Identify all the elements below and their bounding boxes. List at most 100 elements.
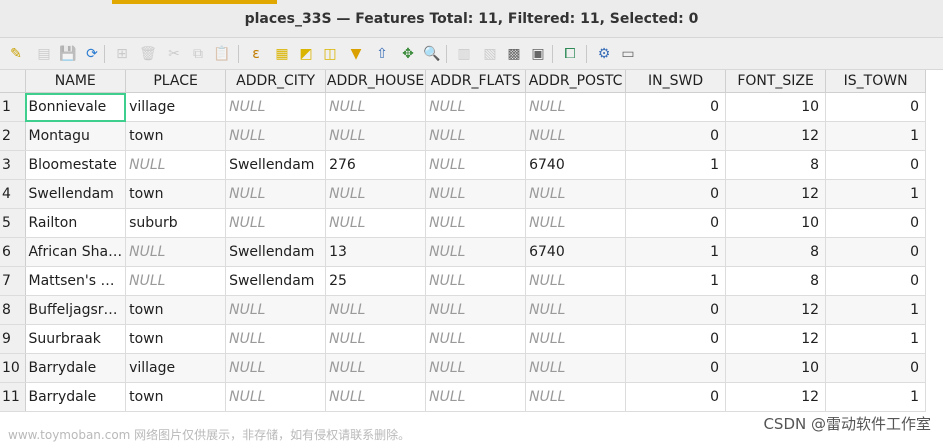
table-cell-place[interactable]: NULL	[125, 237, 227, 267]
table-cell-place[interactable]: town	[125, 382, 227, 412]
column-header-font-size[interactable]: FONT_SIZE	[725, 70, 827, 93]
table-cell-addr-flats[interactable]: NULL	[425, 266, 527, 296]
table-cell-name[interactable]: Barrydale	[25, 382, 127, 412]
table-cell-font-size[interactable]: 10	[725, 353, 827, 383]
toggle-editing-icon[interactable]: ✎	[6, 44, 26, 64]
actions-icon[interactable]: ⚙	[594, 44, 614, 64]
column-header-in-swd[interactable]: IN_SWD	[625, 70, 727, 93]
select-by-expression-icon[interactable]: ε	[246, 44, 266, 64]
copy-icon[interactable]: ⧉	[188, 44, 208, 64]
table-row[interactable]: 11 Barrydale town NULL NULL NULL NULL 0 12 1	[0, 382, 927, 412]
table-row[interactable]: 6 African Sha… NULL Swellendam 13 NULL 6740 1 8 0	[0, 237, 927, 267]
reload-table-icon[interactable]: ⟳	[82, 44, 102, 64]
table-cell-in-swd[interactable]: 1	[625, 237, 727, 267]
table-cell-font-size[interactable]: 8	[725, 237, 827, 267]
toggle-multi-edit-icon[interactable]: ▤	[34, 44, 54, 64]
table-cell-addr-house[interactable]: NULL	[325, 121, 427, 151]
table-cell-font-size[interactable]: 12	[725, 382, 827, 412]
column-header-is-town[interactable]: IS_TOWN	[825, 70, 927, 93]
table-cell-addr-city[interactable]: NULL	[225, 295, 327, 325]
dock-table-icon[interactable]: ⧠	[560, 44, 580, 64]
conditional-formatting-icon[interactable]: ▣	[528, 44, 548, 64]
table-cell-is-town[interactable]: 0	[825, 150, 927, 180]
table-cell-is-town[interactable]: 1	[825, 121, 927, 151]
table-cell-addr-house[interactable]: 276	[325, 150, 427, 180]
table-cell-is-town[interactable]: 0	[825, 266, 927, 296]
table-cell-place[interactable]: NULL	[125, 266, 227, 296]
table-cell-addr-house[interactable]: NULL	[325, 92, 427, 122]
table-cell-place[interactable]: town	[125, 295, 227, 325]
table-cell-addr-postc[interactable]: NULL	[525, 121, 627, 151]
table-cell-addr-postc[interactable]: NULL	[525, 324, 627, 354]
column-header-name[interactable]: NAME	[25, 70, 127, 93]
row-number[interactable]: 3	[0, 150, 26, 180]
table-cell-in-swd[interactable]: 0	[625, 179, 727, 209]
table-cell-font-size[interactable]: 10	[725, 92, 827, 122]
table-cell-addr-house[interactable]: NULL	[325, 324, 427, 354]
table-cell-name[interactable]: Mattsen's …	[25, 266, 127, 296]
table-cell-addr-house[interactable]: 25	[325, 266, 427, 296]
row-number[interactable]: 1	[0, 92, 26, 122]
table-cell-font-size[interactable]: 8	[725, 150, 827, 180]
table-cell-font-size[interactable]: 12	[725, 121, 827, 151]
select-all-icon[interactable]: ▦	[272, 44, 292, 64]
table-cell-name[interactable]: Buffeljagsr…	[25, 295, 127, 325]
cut-icon[interactable]: ✂	[164, 44, 184, 64]
table-cell-addr-postc[interactable]: NULL	[525, 208, 627, 238]
row-number[interactable]: 7	[0, 266, 26, 296]
invert-selection-icon[interactable]: ◩	[296, 44, 316, 64]
row-number[interactable]: 8	[0, 295, 26, 325]
row-number[interactable]: 6	[0, 237, 26, 267]
table-row[interactable]: 10 Barrydale village NULL NULL NULL NULL 0 10 0	[0, 353, 927, 383]
table-cell-addr-flats[interactable]: NULL	[425, 237, 527, 267]
table-cell-name[interactable]: Montagu	[25, 121, 127, 151]
table-cell-place[interactable]: town	[125, 324, 227, 354]
table-cell-addr-flats[interactable]: NULL	[425, 208, 527, 238]
table-cell-addr-house[interactable]: NULL	[325, 353, 427, 383]
table-cell-place[interactable]: suburb	[125, 208, 227, 238]
table-cell-addr-postc[interactable]: NULL	[525, 179, 627, 209]
table-cell-in-swd[interactable]: 0	[625, 353, 727, 383]
table-cell-is-town[interactable]: 0	[825, 353, 927, 383]
delete-selected-icon[interactable]: 🗑	[138, 44, 158, 64]
row-number[interactable]: 10	[0, 353, 26, 383]
row-number[interactable]: 11	[0, 382, 26, 412]
table-cell-is-town[interactable]: 1	[825, 179, 927, 209]
deselect-all-icon[interactable]: ◫	[320, 44, 340, 64]
table-cell-is-town[interactable]: 0	[825, 208, 927, 238]
row-number[interactable]: 5	[0, 208, 26, 238]
table-row[interactable]: 7 Mattsen's … NULL Swellendam 25 NULL NULL 1 8 0	[0, 266, 927, 296]
table-cell-addr-house[interactable]: NULL	[325, 208, 427, 238]
table-cell-addr-city[interactable]: Swellendam	[225, 266, 327, 296]
row-number-header[interactable]	[0, 70, 26, 93]
table-cell-is-town[interactable]: 0	[825, 237, 927, 267]
table-cell-name[interactable]: Barrydale	[25, 353, 127, 383]
table-cell-addr-city[interactable]: Swellendam	[225, 237, 327, 267]
table-row[interactable]: 5 Railton suburb NULL NULL NULL NULL 0 10 0	[0, 208, 927, 238]
table-cell-place[interactable]: NULL	[125, 150, 227, 180]
pan-to-selected-icon[interactable]: ✥	[398, 44, 418, 64]
table-cell-is-town[interactable]: 0	[825, 92, 927, 122]
save-edits-icon[interactable]: 💾	[58, 44, 78, 64]
table-cell-place[interactable]: village	[125, 92, 227, 122]
row-number[interactable]: 9	[0, 324, 26, 354]
table-cell-addr-flats[interactable]: NULL	[425, 324, 527, 354]
field-calculator-icon[interactable]: ▩	[504, 44, 524, 64]
column-header-addr-flats[interactable]: ADDR_FLATS	[425, 70, 527, 93]
column-header-addr-city[interactable]: ADDR_CITY	[225, 70, 327, 93]
table-cell-addr-postc[interactable]: NULL	[525, 382, 627, 412]
zoom-to-selected-icon[interactable]: 🔍	[422, 44, 442, 64]
table-cell-font-size[interactable]: 12	[725, 179, 827, 209]
table-cell-addr-flats[interactable]: NULL	[425, 150, 527, 180]
form-view-icon[interactable]: ▭	[618, 44, 638, 64]
table-cell-addr-flats[interactable]: NULL	[425, 121, 527, 151]
table-row[interactable]: 2 Montagu town NULL NULL NULL NULL 0 12 1	[0, 121, 927, 151]
table-row[interactable]: 3 Bloomestate NULL Swellendam 276 NULL 6740 1 8 0	[0, 150, 927, 180]
add-feature-icon[interactable]: ⊞	[112, 44, 132, 64]
table-cell-addr-flats[interactable]: NULL	[425, 295, 527, 325]
filter-select-icon[interactable]: ▼	[346, 44, 366, 64]
table-row[interactable]: 8 Buffeljagsr… town NULL NULL NULL NULL 0 12 1	[0, 295, 927, 325]
table-cell-addr-city[interactable]: NULL	[225, 324, 327, 354]
table-cell-place[interactable]: town	[125, 179, 227, 209]
table-cell-addr-postc[interactable]: NULL	[525, 353, 627, 383]
